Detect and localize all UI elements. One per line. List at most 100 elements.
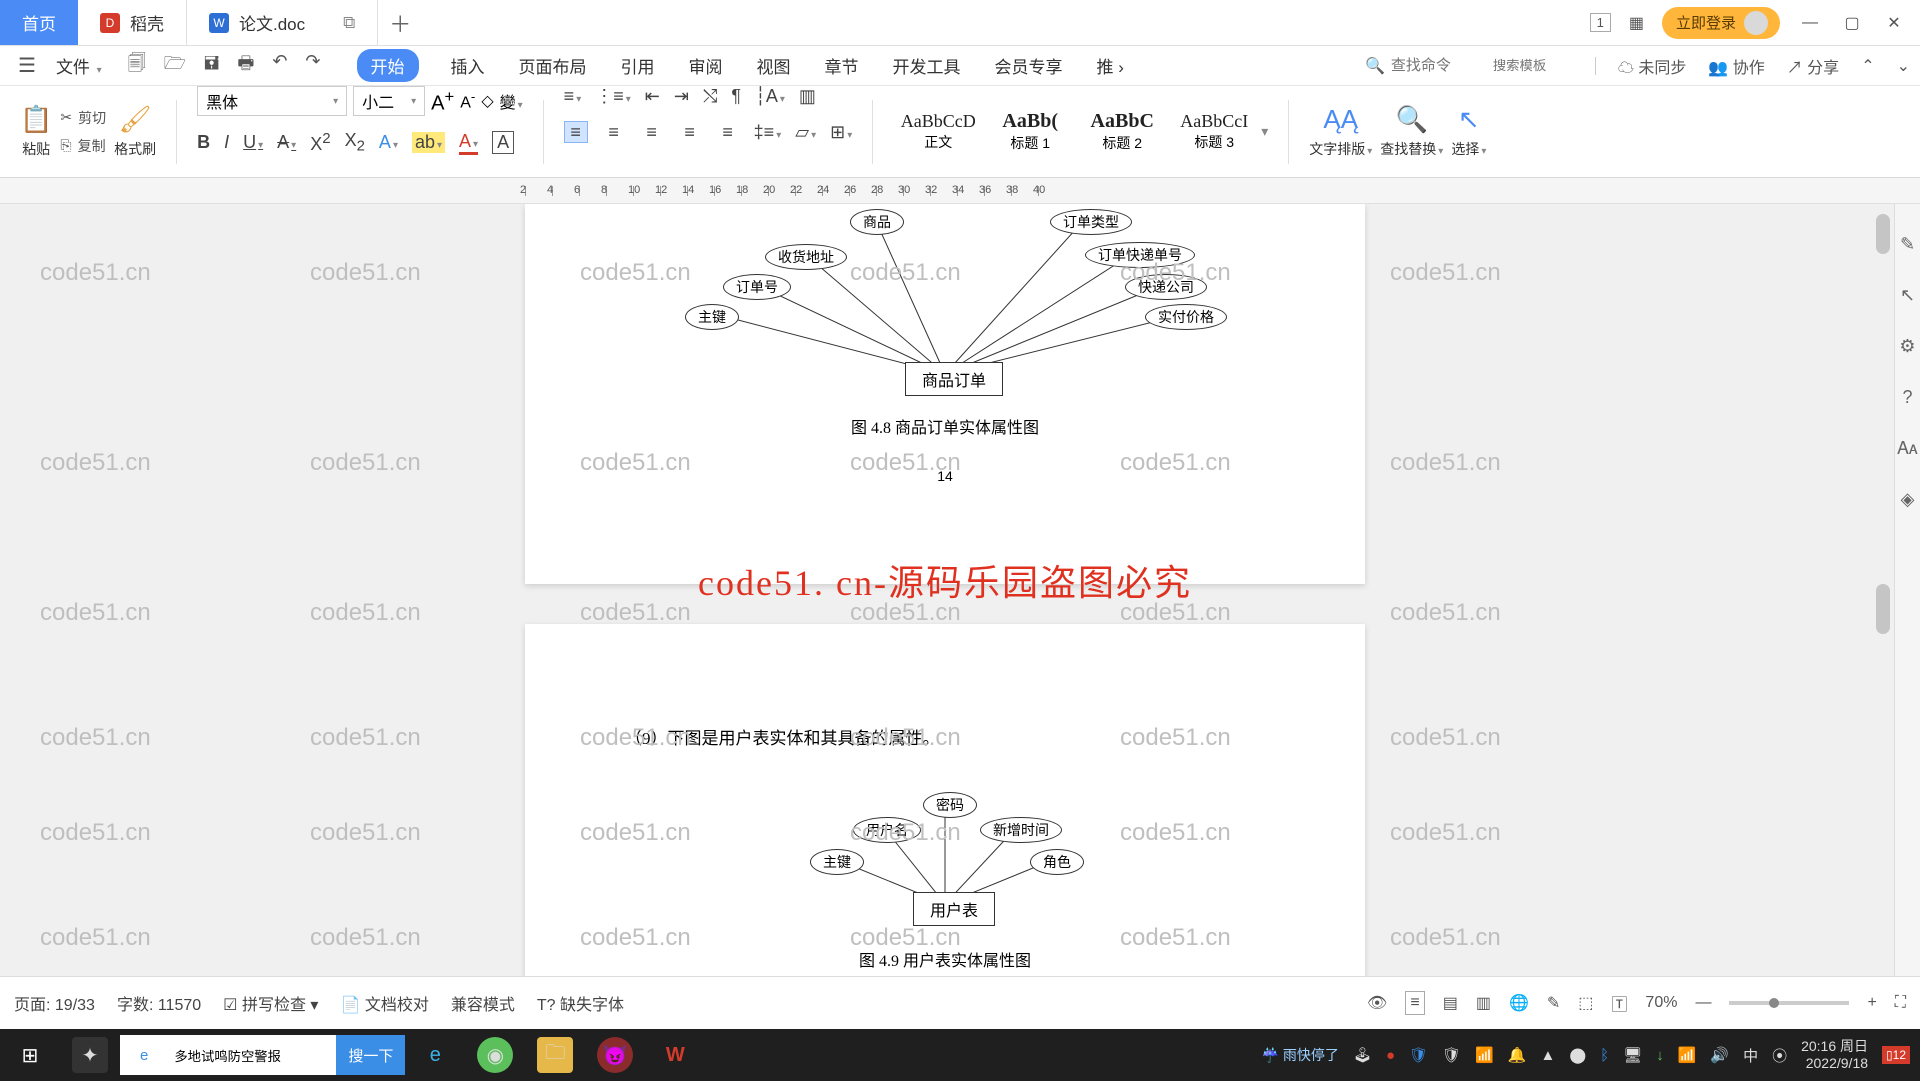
task-app[interactable]: 😈 bbox=[585, 1029, 645, 1081]
indent-dec-button[interactable]: ⇤ bbox=[645, 86, 660, 107]
word-count[interactable]: 字数: 11570 bbox=[117, 991, 201, 1015]
qat-undo-icon[interactable]: ↶ bbox=[272, 51, 287, 81]
font-name-select[interactable]: 黑体▾ bbox=[197, 86, 347, 116]
zoom-minus[interactable]: — bbox=[1695, 994, 1711, 1012]
tray-wifi-icon[interactable]: 📶 bbox=[1678, 1046, 1697, 1064]
grow-font-icon[interactable]: A+ bbox=[431, 87, 454, 116]
tray-icon[interactable]: 🕹 bbox=[1353, 1046, 1372, 1064]
read-mode-icon[interactable]: ≡ bbox=[1405, 991, 1424, 1015]
cursor-icon[interactable]: ↖ bbox=[1900, 285, 1915, 306]
line-spacing-button[interactable]: ‡≡▾ bbox=[754, 122, 782, 143]
font-color-button[interactable]: A▾ bbox=[459, 131, 478, 155]
align-distribute-button[interactable]: ≡ bbox=[716, 121, 740, 143]
tray-icon[interactable]: ⦿ bbox=[1772, 1045, 1787, 1066]
columns-button[interactable]: ▥ bbox=[799, 86, 816, 107]
tab-docai[interactable]: D 稻壳 bbox=[78, 0, 187, 45]
text-dir-button[interactable]: ┆A▾ bbox=[755, 86, 785, 107]
ribbon-tab-insert[interactable]: 插入 bbox=[449, 49, 487, 82]
task-explorer[interactable]: 🗀 bbox=[525, 1029, 585, 1081]
minimize-button[interactable]: — bbox=[1798, 14, 1822, 32]
copy-button[interactable]: ⎘ 复制 bbox=[60, 136, 106, 156]
numbering-button[interactable]: ⋮≡▾ bbox=[595, 86, 631, 107]
scroll-thumb[interactable] bbox=[1876, 584, 1890, 634]
tray-icon[interactable]: 📶 bbox=[1475, 1046, 1494, 1064]
task-copilot[interactable]: ✦ bbox=[60, 1029, 120, 1081]
ribbon-tab-more[interactable]: 推 › bbox=[1095, 49, 1126, 82]
zoom-plus[interactable]: + bbox=[1867, 994, 1876, 1012]
clear-format-icon[interactable]: ◇ bbox=[481, 91, 493, 111]
maximize-button[interactable]: ▢ bbox=[1840, 13, 1864, 33]
zoom-slider[interactable] bbox=[1729, 1001, 1849, 1005]
align-left-button[interactable]: ≡ bbox=[564, 121, 588, 143]
collab-button[interactable]: 👥 协作 bbox=[1708, 54, 1764, 78]
tray-notifications-icon[interactable]: 🔔 bbox=[1508, 1046, 1527, 1064]
start-button[interactable]: ⊞ bbox=[0, 1043, 60, 1068]
settings-slider-icon[interactable]: ⚙ bbox=[1899, 336, 1915, 357]
task-wps[interactable]: W bbox=[645, 1029, 705, 1081]
page-mode-icon[interactable]: ▤ bbox=[1443, 993, 1458, 1013]
style-more-icon[interactable]: ▾ bbox=[1261, 123, 1268, 140]
ribbon-tab-references[interactable]: 引用 bbox=[619, 49, 657, 82]
align-justify-button[interactable]: ≡ bbox=[678, 121, 702, 143]
tray-icon[interactable]: 🖥 bbox=[1623, 1046, 1642, 1064]
lightbulb-icon[interactable]: ◈ bbox=[1901, 489, 1915, 510]
search-command[interactable]: 🔍 bbox=[1365, 56, 1471, 76]
close-button[interactable]: ✕ bbox=[1882, 13, 1906, 33]
hamburger-icon[interactable]: ☰ bbox=[10, 53, 44, 78]
zoom-out-icon[interactable]: 🅃 bbox=[1611, 991, 1627, 1015]
indent-inc-button[interactable]: ⇥ bbox=[674, 86, 689, 107]
weather-widget[interactable]: ☔ 雨快停了 bbox=[1262, 1045, 1339, 1065]
find-replace-button[interactable]: 🔍查找替换▾ bbox=[1380, 104, 1443, 159]
outline-mode-icon[interactable]: ▥ bbox=[1476, 993, 1491, 1013]
taskbar-clock[interactable]: 20:16 周日 2022/9/18 bbox=[1801, 1038, 1868, 1072]
subscript-button[interactable]: X2 bbox=[345, 130, 365, 155]
ribbon-tab-review[interactable]: 审阅 bbox=[687, 49, 725, 82]
tray-icon[interactable]: 🛡 bbox=[1442, 1046, 1461, 1064]
ribbon-tab-view[interactable]: 视图 bbox=[755, 49, 793, 82]
translate-icon[interactable]: 🗛 bbox=[1897, 438, 1917, 459]
file-menu[interactable]: 文件 ▾ bbox=[48, 53, 110, 78]
layout-single-icon[interactable]: 1 bbox=[1590, 13, 1611, 32]
tray-icon[interactable]: 🛡 bbox=[1409, 1046, 1428, 1064]
style-h2[interactable]: AaBbC标题 2 bbox=[1077, 107, 1167, 156]
qat-open-icon[interactable]: 🗁 bbox=[164, 51, 186, 81]
tray-ime[interactable]: 中 bbox=[1743, 1045, 1758, 1066]
underline-button[interactable]: U▾ bbox=[243, 132, 263, 153]
taskbar-search-input[interactable] bbox=[164, 1035, 324, 1075]
tray-icon[interactable]: ⬤ bbox=[1569, 1046, 1586, 1064]
draft-mode-icon[interactable]: ✎ bbox=[1547, 993, 1560, 1013]
style-normal[interactable]: AaBbCcD正文 bbox=[893, 108, 983, 155]
highlight-button[interactable]: ab▾ bbox=[412, 132, 445, 153]
shrink-font-icon[interactable]: A- bbox=[460, 89, 475, 112]
font-size-select[interactable]: 小二▾ bbox=[353, 86, 425, 116]
ribbon-tab-start[interactable]: 开始 bbox=[357, 49, 419, 82]
qat-new-icon[interactable]: 🗐 bbox=[128, 51, 146, 81]
ribbon-tab-member[interactable]: 会员专享 bbox=[993, 49, 1065, 82]
taskbar-search[interactable]: e bbox=[120, 1035, 336, 1075]
bold-button[interactable]: B bbox=[197, 132, 210, 153]
share-button[interactable]: ↗ 分享 bbox=[1787, 54, 1839, 78]
proofread-button[interactable]: 📄 文档校对 bbox=[340, 991, 428, 1015]
qat-redo-icon[interactable]: ↷ bbox=[305, 51, 320, 81]
select-button[interactable]: ↖选择▾ bbox=[1451, 104, 1486, 159]
text-layout-button[interactable]: ĄĄ文字排版▾ bbox=[1309, 104, 1372, 159]
page-indicator[interactable]: 页面: 19/33 bbox=[14, 991, 95, 1015]
strike-button[interactable]: A▾ bbox=[277, 132, 296, 153]
bullets-button[interactable]: ≡▾ bbox=[564, 86, 582, 107]
tab-document[interactable]: W 论文.doc ⧉ bbox=[187, 0, 378, 45]
qat-save-icon[interactable]: 🖬 bbox=[204, 51, 219, 81]
borders-button[interactable]: ⊞▾ bbox=[830, 122, 852, 143]
tab-detach-icon[interactable]: ⧉ bbox=[343, 13, 355, 33]
ribbon-tab-chapter[interactable]: 章节 bbox=[823, 49, 861, 82]
zoom-value[interactable]: 70% bbox=[1645, 994, 1677, 1012]
layout-grid-icon[interactable]: ▦ bbox=[1629, 13, 1644, 33]
align-center-button[interactable]: ≡ bbox=[602, 121, 626, 143]
taskbar-search-button[interactable]: 搜一下 bbox=[336, 1035, 405, 1075]
tab-home[interactable]: 首页 bbox=[0, 0, 78, 45]
pen-icon[interactable]: ✎ bbox=[1900, 234, 1915, 255]
text-effects-button[interactable]: A▾ bbox=[379, 132, 398, 153]
cut-button[interactable]: ✂ 剪切 bbox=[60, 108, 106, 128]
vertical-scrollbar[interactable] bbox=[1874, 204, 1892, 1028]
phonetic-icon[interactable]: 變▾ bbox=[500, 89, 523, 113]
fullscreen-icon[interactable]: ⛶ bbox=[1895, 994, 1906, 1012]
